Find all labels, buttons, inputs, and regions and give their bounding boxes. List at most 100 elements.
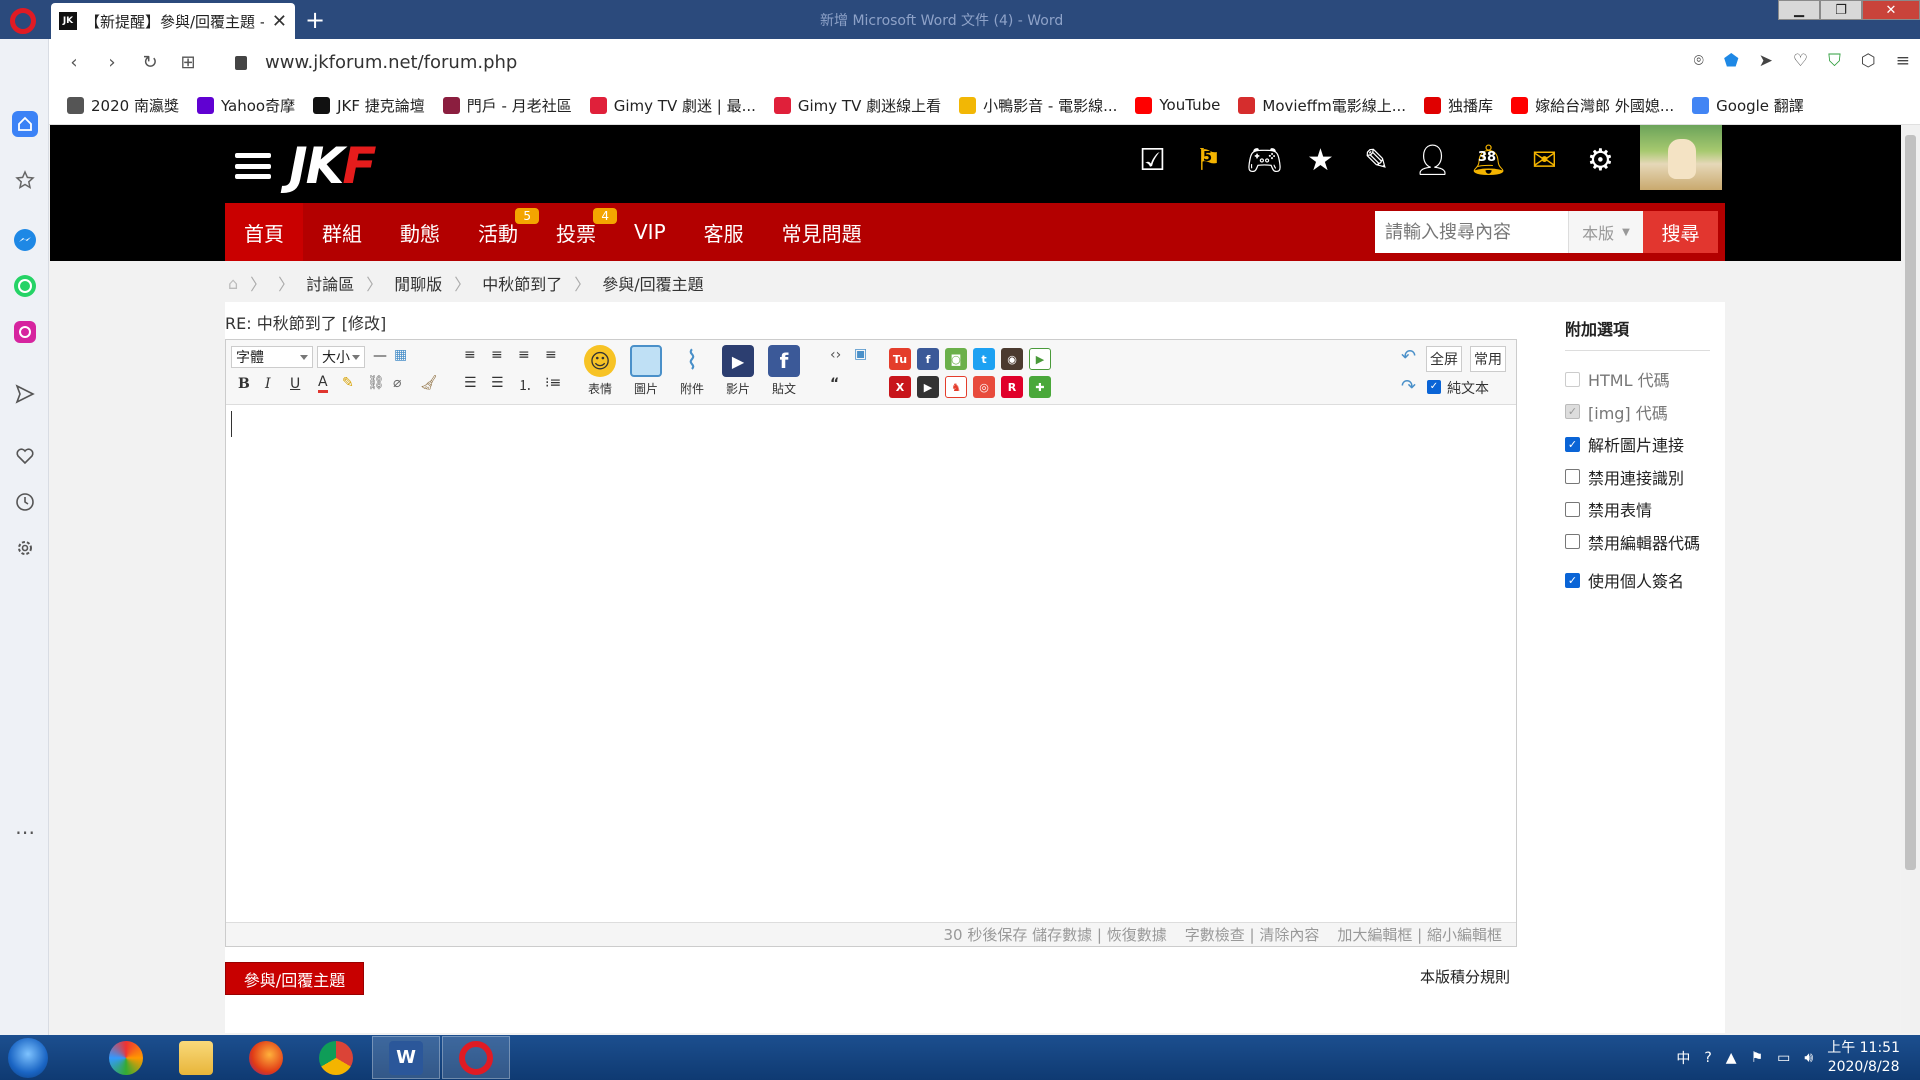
adblock-icon[interactable]: ⛉ [1828, 51, 1841, 71]
settings-icon[interactable]: ⚙ [1583, 143, 1618, 178]
maximize-button[interactable]: ❐ [1820, 0, 1862, 20]
volume-icon[interactable]: 🔊︎ [1804, 1050, 1813, 1066]
fullscreen-button[interactable]: 全屏 [1426, 346, 1462, 372]
bookmark-item[interactable]: 独播库 [1424, 95, 1493, 116]
nav-item[interactable]: 活動 5 [459, 203, 539, 261]
minimize-button[interactable]: ▁ [1778, 0, 1820, 20]
tab-close-icon[interactable]: ✕ [272, 11, 287, 32]
image-button[interactable]: 圖片 [626, 345, 666, 397]
help-icon[interactable]: ? [1704, 1050, 1711, 1066]
bookmark-item[interactable]: Gimy TV 劇迷 | 最... [589, 95, 756, 116]
align-left-icon[interactable]: ≡ [464, 347, 476, 363]
video-embed-icon[interactable]: ▶ [917, 376, 939, 398]
table-icon[interactable]: ▦ [394, 347, 407, 363]
option-checkbox[interactable]: ✓ [1565, 436, 1580, 452]
add-friend-icon[interactable]: 👤︎ [1413, 143, 1451, 178]
twitter-embed-icon[interactable]: t [973, 348, 995, 370]
search-input[interactable] [1375, 211, 1568, 253]
cube-icon[interactable]: ⬡ [1861, 51, 1876, 71]
opera-logo-icon[interactable] [10, 8, 36, 34]
reload-button[interactable]: ↻ [131, 52, 169, 73]
font-select[interactable]: 字體 [231, 346, 313, 368]
bookmark-item[interactable]: Gimy TV 劇迷線上看 [773, 95, 941, 116]
facebook-embed-icon[interactable]: f [917, 348, 939, 370]
outdent-icon[interactable]: ☰ [491, 375, 504, 391]
italic-icon[interactable]: I [265, 376, 271, 392]
messenger-icon[interactable] [12, 227, 38, 253]
option-checkbox[interactable] [1565, 371, 1580, 387]
bold-icon[interactable]: B [238, 376, 250, 392]
option-checkbox[interactable] [1565, 501, 1580, 517]
settings-gear-icon[interactable] [12, 535, 38, 561]
bookmark-item[interactable]: Movieffm電影線上... [1238, 95, 1406, 116]
option-checkbox[interactable] [1565, 469, 1580, 485]
tabs-grid-icon[interactable]: ⊞ [169, 52, 207, 73]
browser-tab-active[interactable]: JK 【新提醒】參與/回覆主題 - ✕ [51, 3, 295, 39]
nav-item[interactable]: 投票 4 [537, 203, 617, 261]
taskbar-app-chrome[interactable] [302, 1036, 370, 1079]
code-icon[interactable]: ‹› [830, 347, 841, 363]
bookmarks-star-icon[interactable] [12, 167, 38, 193]
vpn-shield-icon[interactable]: ⬟ [1724, 51, 1739, 71]
clock[interactable]: 上午 11:51 2020/8/28 [1827, 1039, 1900, 1077]
search-button[interactable]: 搜尋 [1643, 211, 1718, 253]
favorite-star-icon[interactable]: ★ [1303, 143, 1338, 178]
unicorn-embed-icon[interactable]: ♞ [945, 376, 967, 398]
r-embed-icon[interactable]: R [1001, 376, 1023, 398]
highlight-icon[interactable]: ✎ [342, 375, 354, 391]
whatsapp-icon[interactable] [12, 273, 38, 299]
checkin-icon[interactable]: ☑ [1135, 143, 1170, 178]
bookmark-item[interactable]: 2020 南瀛獎 [67, 95, 179, 116]
common-button[interactable]: 常用 [1470, 346, 1506, 372]
window-close-button[interactable]: ✕ [1862, 0, 1920, 20]
camera-icon[interactable]: ⌾ [1694, 51, 1704, 71]
instagram-icon[interactable] [12, 319, 38, 345]
restore-data-link[interactable]: 恢復數據 [1107, 926, 1167, 944]
breadcrumb-item[interactable]: 參與/回覆主題 [602, 271, 703, 295]
unlink-icon[interactable]: ⌀ [393, 375, 401, 391]
nav-item[interactable]: 常見問題 [763, 203, 881, 261]
underline-icon[interactable]: U [290, 376, 300, 392]
taskbar-app-word[interactable]: W [372, 1036, 440, 1079]
url-field[interactable]: www.jkforum.net/forum.php [235, 52, 517, 73]
taskbar-app-opera[interactable] [442, 1036, 510, 1079]
video-button[interactable]: ▶ 影片 [718, 345, 758, 397]
nav-item[interactable]: 客服 [685, 203, 763, 261]
youtube-embed-icon[interactable]: Tu [889, 348, 911, 370]
word-count-link[interactable]: 字數檢查 [1185, 926, 1245, 944]
ime-indicator[interactable]: 中 [1676, 1048, 1690, 1068]
emoji-button[interactable]: ☺ 表情 [580, 345, 620, 397]
link-icon[interactable]: ⛓ [367, 375, 385, 391]
plaintext-checkbox[interactable]: ✓ [1427, 380, 1441, 394]
taskbar-app-explorer[interactable] [162, 1036, 230, 1079]
logo-text[interactable]: JKF [289, 141, 377, 191]
option-checkbox[interactable] [1565, 534, 1580, 550]
bookmark-item[interactable]: 小鴨影音 - 電影線... [959, 95, 1117, 116]
edit-post-icon[interactable]: ✎ [1359, 143, 1394, 178]
user-avatar[interactable] [1640, 125, 1722, 190]
flag-notification-icon[interactable]: ⚑ 5 [1191, 143, 1226, 178]
flag-icon[interactable]: ⚑ [1751, 1050, 1764, 1066]
tray-expand-icon[interactable]: ▲ [1726, 1050, 1737, 1066]
breadcrumb-item[interactable]: 中秋節到了 [482, 271, 562, 295]
nav-item[interactable]: 首頁 [225, 203, 303, 261]
unordered-list-icon[interactable]: ⁝≡ [545, 375, 561, 391]
align-right-icon[interactable]: ≡ [545, 347, 557, 363]
option-item[interactable]: ✓ 解析圖片連接 [1565, 428, 1710, 461]
send-flow-icon[interactable] [12, 381, 38, 407]
bookmark-item[interactable]: Yahoo奇摩 [196, 95, 295, 116]
game-controller-icon[interactable]: 🎮︎ [1245, 143, 1283, 178]
option-item[interactable]: ✓ [img] 代碼 [1565, 396, 1710, 429]
send-icon[interactable]: ➤ [1759, 51, 1773, 71]
save-data-link[interactable]: 儲存數據 [1032, 926, 1092, 944]
xvideo-embed-icon[interactable]: X [889, 376, 911, 398]
option-checkbox[interactable]: ✓ [1565, 404, 1580, 420]
nav-item[interactable]: 群組 [303, 203, 381, 261]
breadcrumb-item[interactable]: 討論區 [306, 271, 354, 295]
play-embed-icon[interactable]: ▶ [1029, 348, 1051, 370]
bookmark-item[interactable]: Google 翻譯 [1692, 95, 1804, 116]
option-item[interactable]: 禁用編輯器代碼 [1565, 526, 1710, 559]
indent-icon[interactable]: ☰ [464, 375, 477, 391]
mail-icon[interactable]: ✉ [1527, 143, 1562, 178]
more-options-icon[interactable]: ⋯ [12, 819, 38, 845]
